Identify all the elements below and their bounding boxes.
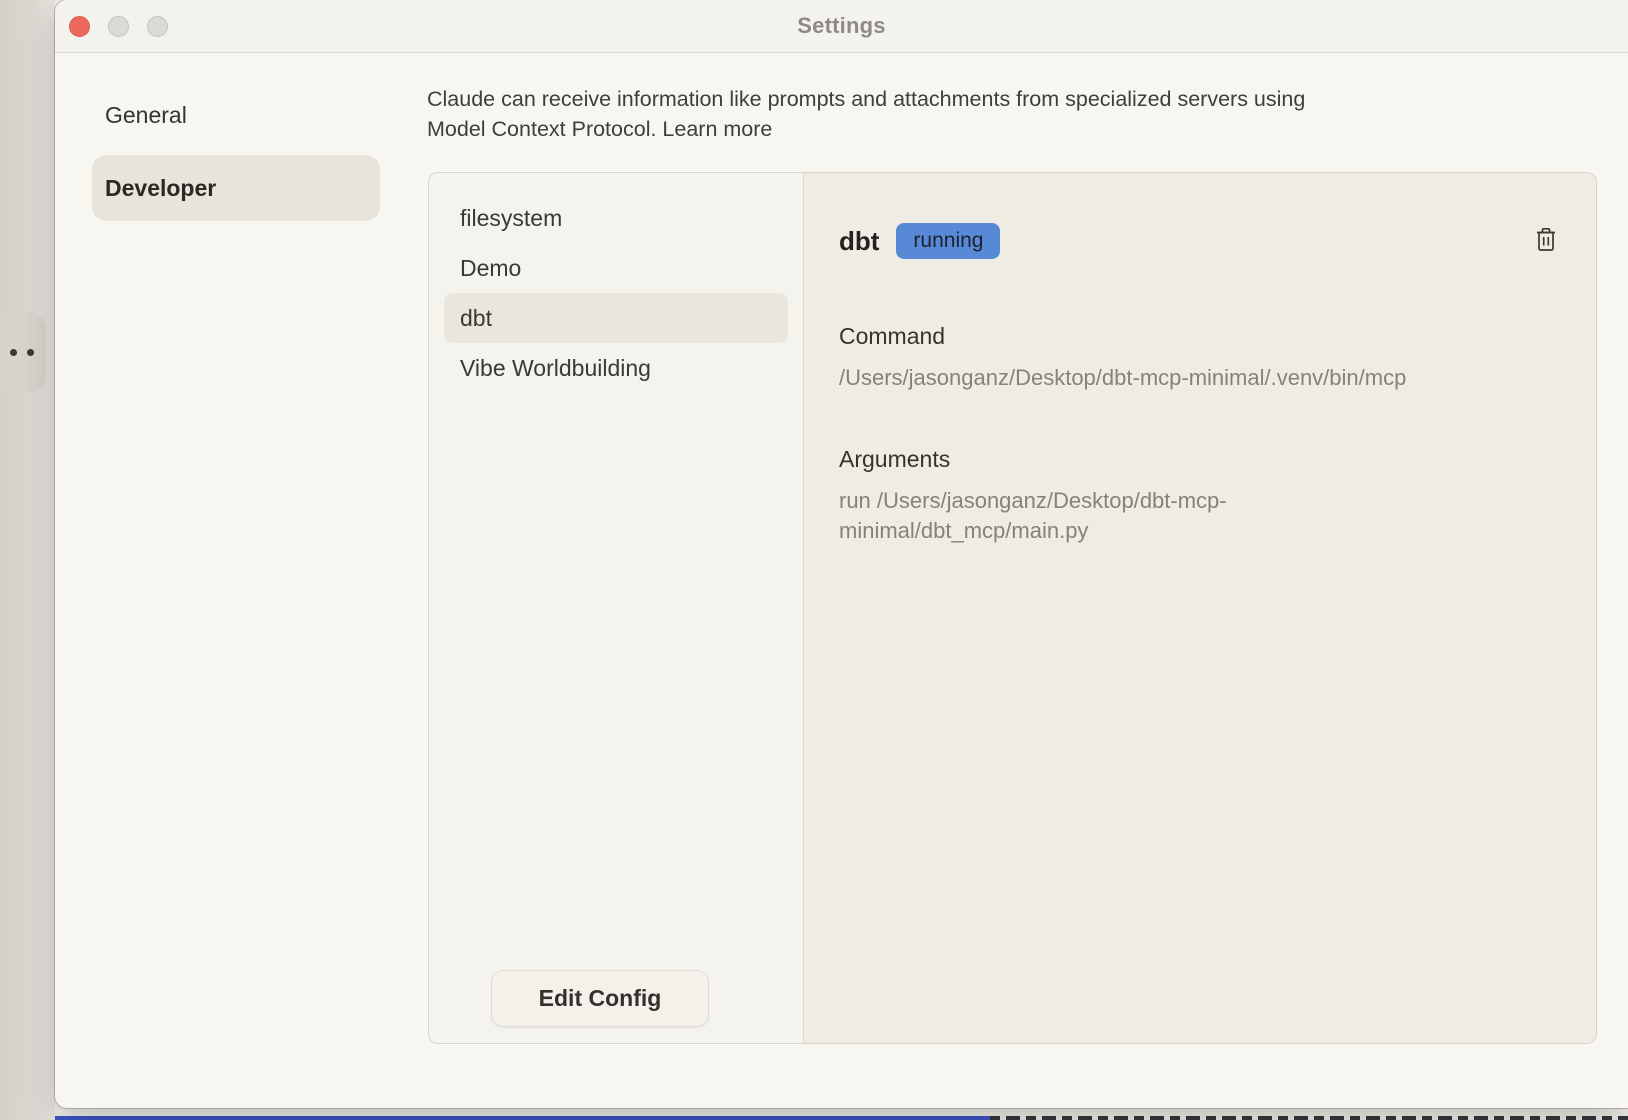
description-line-1: Claude can receive information like prom…	[427, 84, 1547, 114]
nav-item-general[interactable]: General	[105, 102, 187, 129]
arguments-label: Arguments	[839, 445, 1558, 473]
arguments-value: run /Users/jasonganz/Desktop/dbt-mcp-min…	[839, 486, 1399, 546]
command-label: Command	[839, 322, 1558, 350]
background-clipped-text	[990, 1116, 1628, 1120]
nav-item-developer[interactable]: Developer	[92, 155, 380, 221]
background-clipped-content	[0, 1116, 1628, 1120]
server-item-dbt[interactable]: dbt	[444, 293, 788, 343]
zoom-button[interactable]	[147, 16, 168, 37]
description-line-2-text: Model Context Protocol.	[427, 117, 662, 141]
traffic-lights	[69, 0, 168, 53]
status-badge: running	[896, 223, 1000, 259]
ellipsis-dot	[27, 349, 34, 356]
server-item-demo[interactable]: Demo	[444, 243, 788, 293]
server-list: filesystem Demo dbt Vibe Worldbuilding E…	[429, 173, 804, 1043]
background-blue-bar	[55, 1116, 990, 1120]
minimize-button[interactable]	[108, 16, 129, 37]
mcp-description: Claude can receive information like prom…	[427, 84, 1547, 144]
command-value: /Users/jasonganz/Desktop/dbt-mcp-minimal…	[839, 363, 1558, 393]
trash-icon	[1535, 227, 1557, 255]
server-detail: dbt running	[804, 173, 1596, 1043]
close-button[interactable]	[69, 16, 90, 37]
description-line-2: Model Context Protocol. Learn more	[427, 114, 1547, 144]
server-item-vibe-worldbuilding[interactable]: Vibe Worldbuilding	[444, 343, 788, 393]
server-detail-header: dbt running	[839, 223, 1558, 259]
server-item-filesystem[interactable]: filesystem	[444, 193, 788, 243]
screen: Settings General Developer Claude can re…	[0, 0, 1628, 1120]
background-tab[interactable]	[0, 313, 46, 392]
mcp-servers-panel: filesystem Demo dbt Vibe Worldbuilding E…	[428, 172, 1597, 1044]
server-name: dbt	[839, 226, 879, 257]
edit-config-button[interactable]: Edit Config	[491, 970, 709, 1027]
learn-more-link[interactable]: Learn more	[662, 117, 772, 141]
delete-server-button[interactable]	[1534, 228, 1558, 254]
ellipsis-dot	[10, 349, 17, 356]
background-left-rail	[0, 0, 55, 1120]
window-titlebar: Settings	[55, 0, 1628, 53]
settings-window: Settings General Developer Claude can re…	[55, 0, 1628, 1108]
window-title: Settings	[797, 13, 885, 39]
